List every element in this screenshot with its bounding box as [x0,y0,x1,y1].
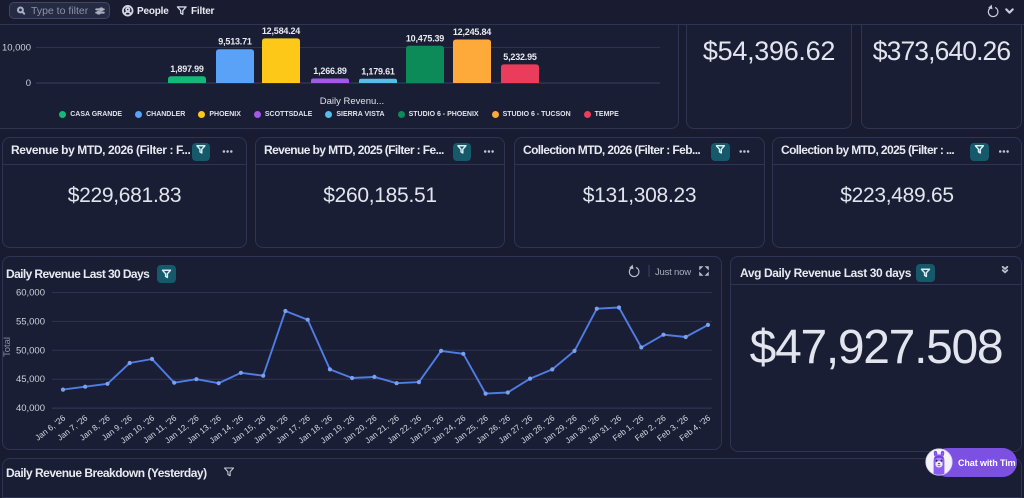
svg-text:12,245.84: 12,245.84 [453,27,491,37]
svg-text:Daily Revenu...: Daily Revenu... [320,96,384,107]
svg-text:40,000: 40,000 [16,403,45,414]
svg-text:9,513.71: 9,513.71 [218,37,252,47]
svg-text:55,000: 55,000 [16,316,45,327]
svg-text:10,000: 10,000 [2,43,31,54]
svg-text:1,179.61: 1,179.61 [361,66,395,76]
svg-text:1,897.99: 1,897.99 [170,64,204,74]
svg-text:50,000: 50,000 [16,345,45,356]
svg-text:0: 0 [26,78,31,89]
svg-text:5,232.95: 5,232.95 [503,52,537,62]
svg-text:Total: Total [2,337,13,357]
svg-text:12,584.24: 12,584.24 [262,26,300,36]
svg-text:10,475.39: 10,475.39 [406,33,444,43]
svg-text:45,000: 45,000 [16,374,45,385]
svg-text:1,266.89: 1,266.89 [313,66,347,76]
